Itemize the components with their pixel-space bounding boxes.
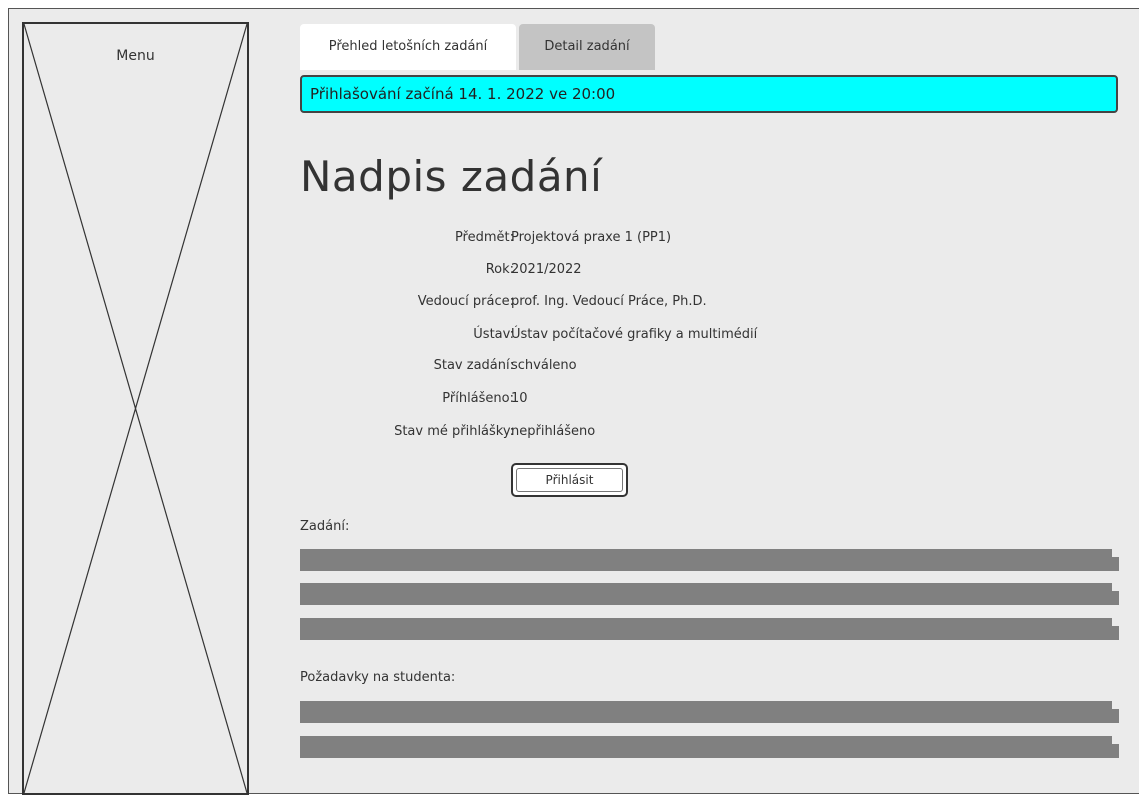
assignment-section-label: Zadání: [300,519,350,534]
page-title: Nadpis zadání [300,152,603,201]
assignment-text-placeholder-line-end [1111,557,1119,571]
placeholder-cross-icon [24,24,247,793]
tab-overview[interactable]: Přehled letošních zadání [300,24,516,70]
assignment-text-placeholder-line-end [1111,626,1119,640]
menu-placeholder[interactable]: Menu [22,22,249,795]
signup-button-label: Přihlásit [516,468,623,492]
assignment-text-placeholder-line-end [1111,591,1119,605]
detail-label-supervisor: Vedoucí práce: [417,294,514,309]
requirements-text-placeholder-line [300,701,1112,723]
assignment-text-placeholder-line [300,618,1112,640]
detail-label-assignment-state: Stav zadání: [433,358,514,373]
requirements-text-placeholder-line-end [1111,744,1119,758]
detail-label-subject: Předmět: [454,230,514,245]
signup-button[interactable]: Přihlásit [511,463,628,497]
menu-label: Menu [116,48,155,64]
detail-label-registered-count: Příhlášeno: [442,391,514,406]
requirements-text-placeholder-line [300,736,1112,758]
tab-detail[interactable]: Detail zadání [519,24,655,70]
detail-label-year: Rok: [485,262,514,277]
signup-start-banner: Přihlašování začíná 14. 1. 2022 ve 20:00 [300,75,1118,113]
detail-label-my-application: Stav mé přihlášky: [394,424,514,439]
assignment-text-placeholder-line [300,549,1112,571]
assignment-text-placeholder-line [300,583,1112,605]
requirements-section-label: Požadavky na studenta: [300,670,456,685]
requirements-text-placeholder-line-end [1111,709,1119,723]
detail-label-department: Ústav: [473,327,514,342]
